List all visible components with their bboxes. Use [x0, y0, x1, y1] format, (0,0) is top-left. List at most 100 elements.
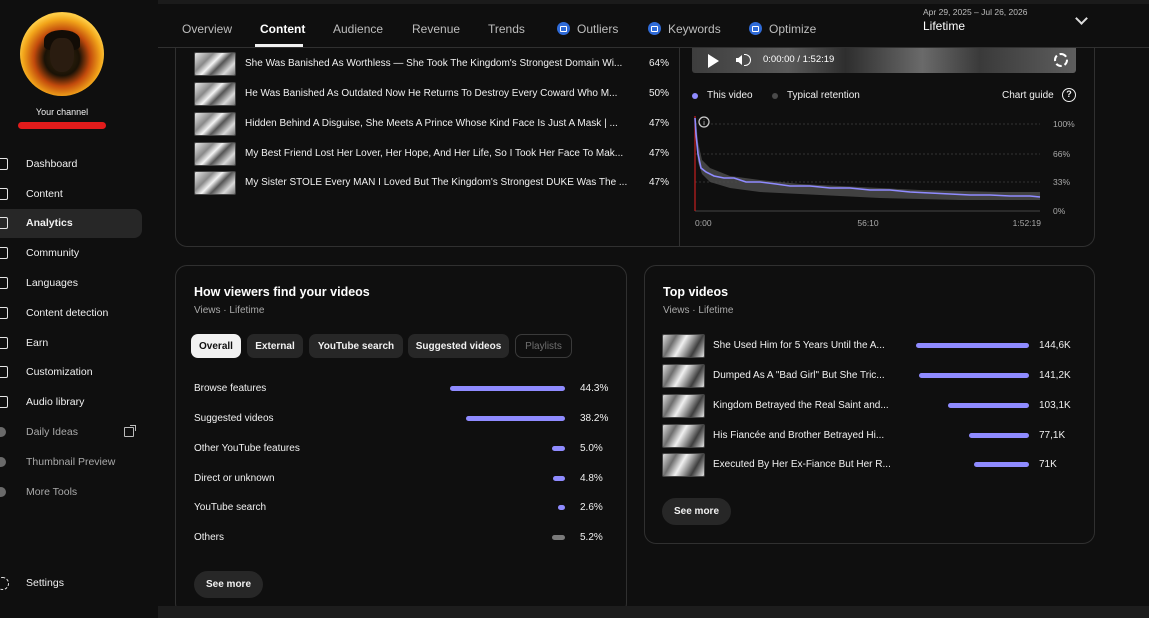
- extension-badge-icon: [557, 22, 570, 35]
- sidebar: Your channel Dashboard Content Analytics…: [0, 0, 158, 618]
- channel-avatar[interactable]: [20, 12, 104, 96]
- sidebar-item-content[interactable]: Content: [0, 179, 158, 209]
- video-retention-pct: 47%: [648, 148, 669, 159]
- channel-name-redaction: [18, 122, 106, 129]
- tab-revenue[interactable]: Revenue: [412, 22, 460, 36]
- traffic-source-label: Direct or unknown: [194, 473, 275, 484]
- extension-icon: [0, 427, 6, 438]
- x-tick: 1:52:19: [1013, 218, 1042, 228]
- tab-outliers-label: Outliers: [577, 22, 619, 36]
- top-video-title[interactable]: Kingdom Betrayed the Real Saint and...: [713, 400, 893, 411]
- video-thumbnail[interactable]: [662, 453, 705, 477]
- top-video-views-bar: [918, 373, 1029, 378]
- y-tick: 0%: [1053, 206, 1066, 216]
- chip-external[interactable]: External: [247, 334, 303, 358]
- video-title: My Sister STOLE Every MAN I Loved But Th…: [245, 177, 628, 188]
- tab-optimize[interactable]: Optimize: [749, 22, 816, 36]
- tab-overview[interactable]: Overview: [182, 22, 232, 36]
- video-player[interactable]: 0:00:00 / 1:52:19: [692, 48, 1076, 73]
- top-video-views: 77,1K: [1039, 430, 1066, 441]
- sidebar-item-label: Thumbnail Preview: [26, 455, 116, 468]
- top-video-views-bar: [948, 403, 1029, 408]
- play-icon[interactable]: [708, 54, 719, 68]
- date-period-title[interactable]: Lifetime: [923, 19, 965, 33]
- traffic-see-more-button[interactable]: See more: [194, 571, 263, 598]
- top-video-views: 71K: [1039, 459, 1057, 470]
- gear-icon[interactable]: [1054, 53, 1068, 67]
- y-tick: 66%: [1053, 149, 1070, 159]
- traffic-source-label: Others: [194, 532, 225, 543]
- languages-icon: [0, 277, 8, 290]
- bottom-strip: [158, 606, 1149, 618]
- traffic-source-pct: 38.2%: [580, 413, 609, 424]
- sidebar-item-more-tools[interactable]: More Tools: [0, 477, 158, 507]
- volume-icon[interactable]: [736, 55, 742, 65]
- list-item[interactable]: Hidden Behind A Disguise, She Meets A Pr…: [194, 112, 669, 136]
- list-item[interactable]: My Best Friend Lost Her Lover, Her Hope,…: [194, 142, 669, 166]
- sidebar-item-settings[interactable]: Settings: [0, 570, 158, 596]
- top-video-title[interactable]: Executed By Her Ex-Fiance But Her R...: [713, 459, 893, 470]
- top-video-views-bar: [916, 343, 1029, 348]
- date-range[interactable]: Apr 29, 2025 – Jul 26, 2026: [923, 7, 1027, 17]
- chip-playlists[interactable]: Playlists: [515, 334, 572, 358]
- top-video-title[interactable]: Dumped As A "Bad Girl" But She Tric...: [713, 370, 893, 381]
- traffic-card-title: How viewers find your videos: [194, 285, 370, 299]
- sidebar-item-label: Languages: [26, 277, 78, 290]
- sidebar-item-content-detection[interactable]: Content detection: [0, 298, 158, 328]
- sidebar-item-earn[interactable]: Earn: [0, 328, 158, 358]
- card-divider: [679, 48, 680, 246]
- top-video-title[interactable]: She Used Him for 5 Years Until the A...: [713, 340, 893, 351]
- typical-retention-band: [696, 120, 1040, 200]
- video-thumbnail: [194, 52, 236, 76]
- help-icon[interactable]: ?: [1062, 88, 1076, 102]
- video-title: She Was Banished As Worthless — She Took…: [245, 58, 623, 69]
- channel-label: Your channel: [35, 107, 89, 117]
- list-item[interactable]: He Was Banished As Outdated Now He Retur…: [194, 82, 669, 106]
- top-video-title[interactable]: His Fiancée and Brother Betrayed Hi...: [713, 430, 893, 441]
- tab-trends[interactable]: Trends: [488, 22, 525, 36]
- tab-outliers[interactable]: Outliers: [557, 22, 618, 36]
- sidebar-item-label: Settings: [26, 577, 64, 589]
- top-videos-see-more-button[interactable]: See more: [662, 498, 731, 525]
- chart-guide-link[interactable]: Chart guide: [1002, 90, 1054, 101]
- sidebar-item-label: Content detection: [26, 306, 109, 319]
- sidebar-item-languages[interactable]: Languages: [0, 268, 158, 298]
- video-thumbnail[interactable]: [662, 424, 705, 448]
- sidebar-item-thumbnail-preview[interactable]: Thumbnail Preview: [0, 447, 158, 477]
- active-tab-indicator: [255, 44, 303, 47]
- x-tick: 56:10: [857, 218, 879, 228]
- sidebar-item-customization[interactable]: Customization: [0, 358, 158, 388]
- sidebar-item-audio-library[interactable]: Audio library: [0, 387, 158, 417]
- list-item[interactable]: She Was Banished As Worthless — She Took…: [194, 52, 669, 76]
- traffic-source-label: Other YouTube features: [194, 443, 300, 454]
- top-video-views: 141,2K: [1039, 370, 1071, 381]
- tab-keywords-label: Keywords: [668, 22, 721, 36]
- chip-youtube-search[interactable]: YouTube search: [309, 334, 403, 358]
- sidebar-item-label: Content: [26, 187, 63, 200]
- player-time: 0:00:00 / 1:52:19: [763, 54, 835, 65]
- video-thumbnail[interactable]: [662, 394, 705, 418]
- tab-keywords[interactable]: Keywords: [648, 22, 721, 36]
- list-item[interactable]: My Sister STOLE Every MAN I Loved But Th…: [194, 171, 669, 195]
- sidebar-item-dashboard[interactable]: Dashboard: [0, 149, 158, 179]
- video-thumbnail[interactable]: [662, 334, 705, 358]
- sidebar-item-daily-ideas[interactable]: Daily Ideas: [0, 417, 158, 447]
- chip-overall[interactable]: Overall: [191, 334, 241, 358]
- extension-icon: [0, 456, 6, 467]
- sidebar-item-analytics[interactable]: Analytics: [0, 208, 142, 239]
- sidebar-item-label: Dashboard: [26, 157, 78, 170]
- tab-audience[interactable]: Audience: [333, 22, 383, 36]
- legend-this-video-dot: [692, 93, 698, 99]
- traffic-sources-card: [175, 265, 627, 615]
- tab-content[interactable]: Content: [260, 22, 305, 36]
- video-thumbnail[interactable]: [662, 364, 705, 388]
- sidebar-item-community[interactable]: Community: [0, 238, 158, 268]
- chip-suggested-videos[interactable]: Suggested videos: [408, 334, 509, 358]
- analytics-icon: [0, 217, 8, 230]
- sidebar-item-label: More Tools: [26, 485, 78, 498]
- extension-badge-icon: [648, 22, 661, 35]
- traffic-source-label: YouTube search: [194, 502, 267, 513]
- traffic-source-bar: [465, 416, 565, 421]
- top-videos-subtitle: Views · Lifetime: [663, 305, 734, 316]
- video-retention-pct: 64%: [648, 58, 669, 69]
